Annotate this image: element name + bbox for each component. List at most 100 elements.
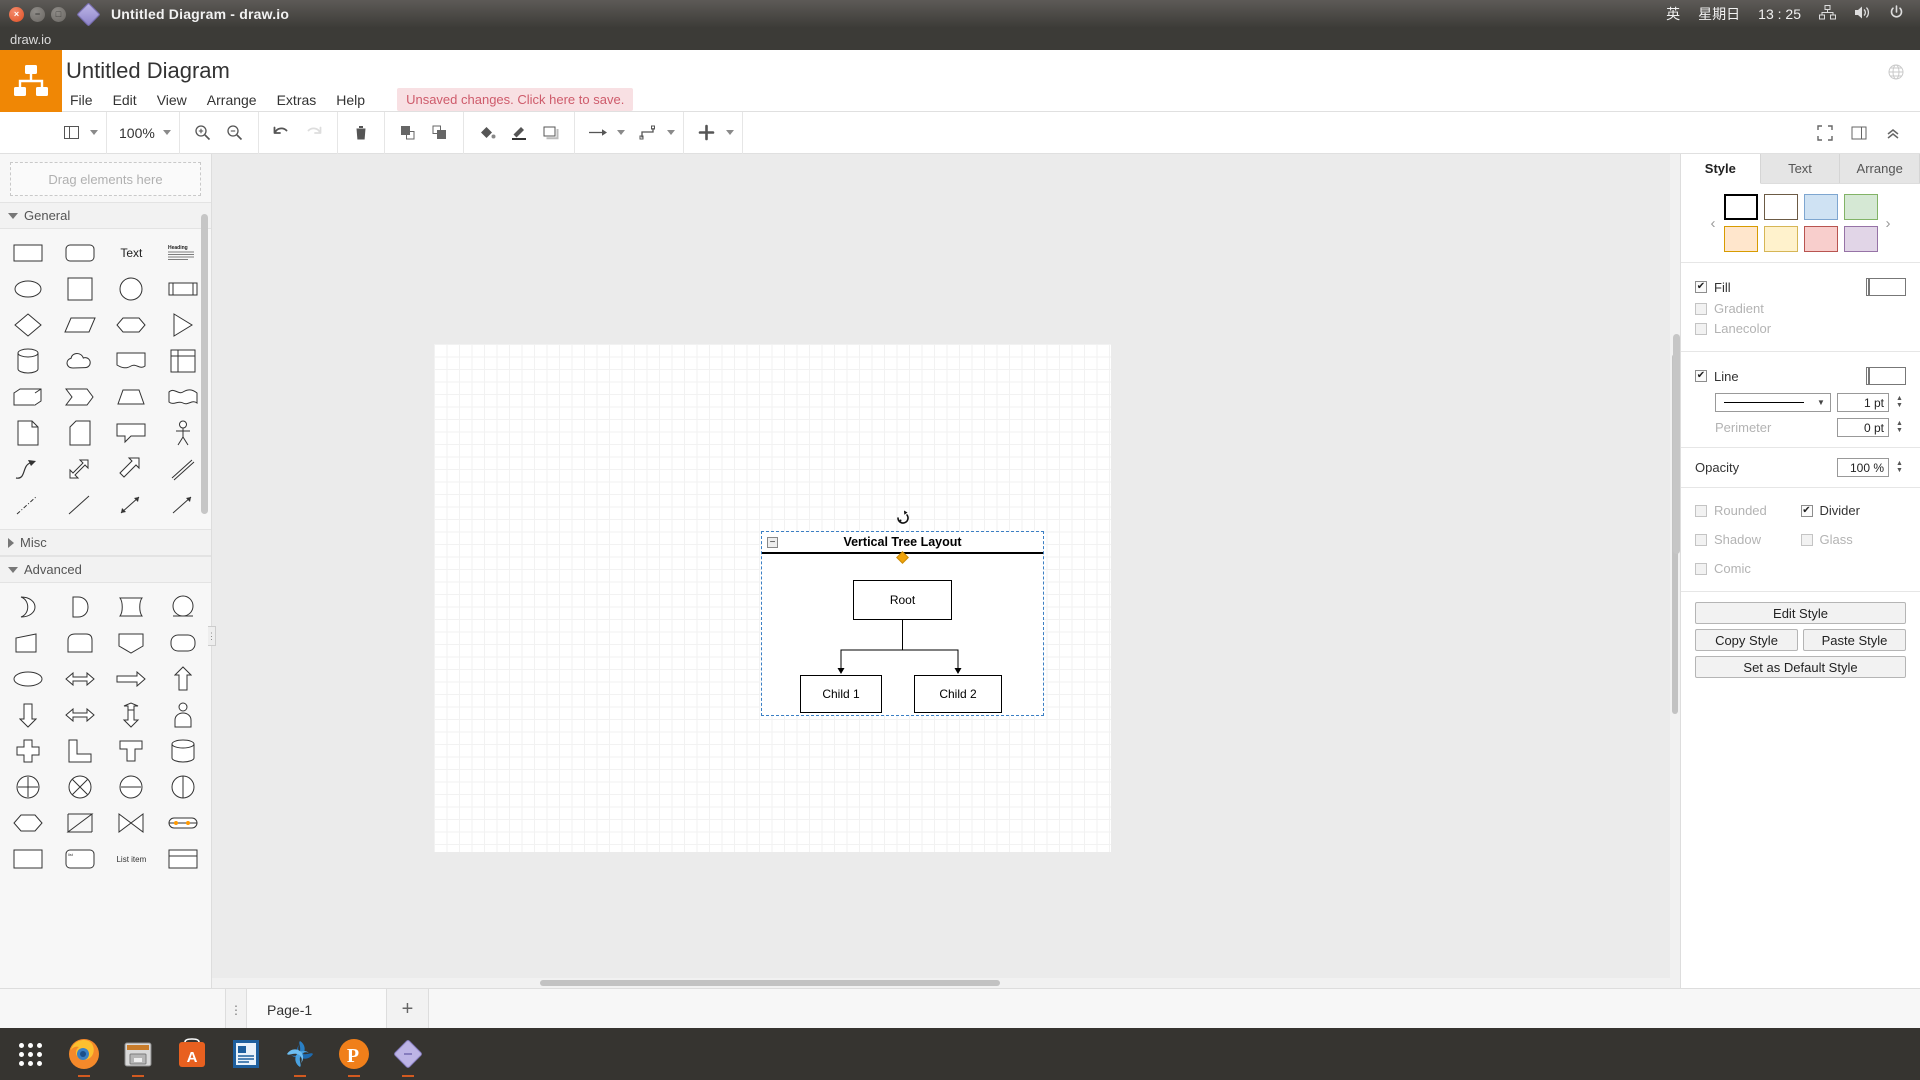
add-page-button[interactable]: + [387,988,429,1030]
menu-file[interactable]: File [60,89,103,111]
shape-list-item-2[interactable]: list [54,841,106,877]
clock-day[interactable]: 星期日 [1698,4,1740,24]
collapse-toolbar-icon[interactable] [1878,118,1908,148]
fill-checkbox[interactable]: ✔ [1695,281,1707,293]
firefox-icon[interactable] [64,1034,104,1077]
shape-rectangle[interactable] [2,235,54,271]
connection-arrow-icon[interactable] [583,118,613,148]
shape-ellipse[interactable] [2,271,54,307]
unsaved-changes-notice[interactable]: Unsaved changes. Click here to save. [397,88,634,111]
shape-ellipse-wide[interactable] [2,661,54,697]
shape-callout[interactable] [106,415,158,451]
diagram-node-root[interactable]: Root [853,580,952,620]
clock-time[interactable]: 13 : 25 [1758,6,1801,22]
paste-style-button[interactable]: Paste Style [1803,629,1906,651]
swatch-orange[interactable] [1723,226,1758,252]
rotate-icon[interactable] [895,509,911,525]
redo-icon[interactable] [299,118,329,148]
shape-card[interactable] [54,415,106,451]
line-color-swatch[interactable] [1866,367,1906,385]
shape-note[interactable] [2,415,54,451]
swatch-next-arrow[interactable]: › [1884,215,1893,232]
divider-checkbox[interactable]: ✔ [1800,504,1813,517]
network-icon[interactable] [1819,5,1836,23]
shape-list-item-label[interactable]: List item [106,841,158,877]
shape-shield[interactable] [106,625,158,661]
container-collapse-toggle[interactable]: − [767,537,778,548]
shape-crescent[interactable] [2,589,54,625]
canvas-splitter-handle[interactable]: ⋮ [207,626,216,646]
shape-line[interactable] [54,487,106,523]
swatch-green[interactable] [1843,194,1878,220]
swatch-red[interactable] [1803,226,1838,252]
menu-arrange[interactable]: Arrange [197,89,267,111]
line-checkbox[interactable]: ✔ [1695,370,1707,382]
shape-cross[interactable] [2,733,54,769]
insert-dropdown-caret[interactable] [725,130,734,135]
zoom-in-icon[interactable] [188,118,218,148]
set-default-style-button[interactable]: Set as Default Style [1695,656,1906,678]
menu-view[interactable]: View [147,89,197,111]
volume-icon[interactable] [1854,5,1871,23]
swatch-white-black[interactable] [1723,194,1758,220]
palette-scrollbar[interactable] [201,214,208,514]
shape-trapezoid[interactable] [106,379,158,415]
shape-step[interactable] [54,379,106,415]
menu-help[interactable]: Help [326,89,375,111]
shape-rounded-rectangle[interactable] [54,235,106,271]
input-method-indicator[interactable]: 英 [1666,4,1680,24]
view-dropdown-caret[interactable] [90,130,98,135]
shape-curved-arrow[interactable] [2,451,54,487]
line-color-icon[interactable] [504,118,534,148]
shape-cloud[interactable] [54,343,106,379]
view-layout-icon[interactable] [56,118,86,148]
undo-icon[interactable] [267,118,297,148]
page-menu-icon[interactable]: ⋮ [225,988,247,1030]
scratchpad[interactable]: Drag elements here [10,162,201,196]
swatch-white-brown[interactable] [1763,194,1798,220]
palette-section-advanced[interactable]: Advanced [0,556,211,583]
canvas-horizontal-scrollbar[interactable] [212,978,1680,988]
shape-circle-plus[interactable] [2,769,54,805]
shape-concave-rect[interactable] [106,589,158,625]
tab-style[interactable]: Style [1681,154,1761,184]
shape-bowtie[interactable] [54,805,106,841]
perimeter-stepper[interactable]: ▲ ▼ [1896,420,1906,434]
shape-parallelogram[interactable] [54,307,106,343]
shape-list-item-1[interactable] [2,841,54,877]
menu-extras[interactable]: Extras [267,89,327,111]
page-tab-page1[interactable]: Page-1 [247,988,387,1030]
shape-double-triangle[interactable] [106,805,158,841]
shape-horizontal-arrows[interactable] [54,697,106,733]
document-title[interactable]: Untitled Diagram [66,58,230,84]
shape-corner[interactable] [54,733,106,769]
shape-bidirectional-arrow[interactable] [106,487,158,523]
shape-up-arrow[interactable] [157,661,209,697]
shape-cube[interactable] [2,379,54,415]
close-button[interactable]: × [9,6,24,22]
menu-strip-app-name[interactable]: draw.io [10,32,51,47]
shape-hexagon-flat[interactable] [2,805,54,841]
shape-cylinder[interactable] [2,343,54,379]
send-to-back-icon[interactable] [425,118,455,148]
zoom-out-icon[interactable] [220,118,250,148]
globe-icon[interactable] [1888,64,1904,80]
palette-section-misc[interactable]: Misc [0,529,211,556]
rounded-checkbox[interactable] [1695,504,1707,517]
swatch-blue[interactable] [1803,194,1838,220]
shape-down-arrow[interactable] [2,697,54,733]
swatch-yellow[interactable] [1763,226,1798,252]
canvas-area[interactable]: Vertical Tree Layout − Root Child 1 Chil… [212,154,1680,988]
shape-rounded-rect2[interactable] [157,625,209,661]
palette-section-general[interactable]: General [0,202,211,229]
shape-document[interactable] [106,343,158,379]
line-style-select[interactable]: ▼ [1715,393,1831,412]
shape-square[interactable] [54,271,106,307]
shape-circle-tangent[interactable] [157,589,209,625]
zoom-dropdown-caret[interactable] [162,130,171,135]
text-editor-icon[interactable] [226,1034,266,1074]
zoom-level-label[interactable]: 100% [115,125,159,141]
lanecolor-checkbox[interactable] [1695,322,1707,335]
insert-plus-icon[interactable] [692,118,722,148]
shape-rounded-corner[interactable] [54,625,106,661]
